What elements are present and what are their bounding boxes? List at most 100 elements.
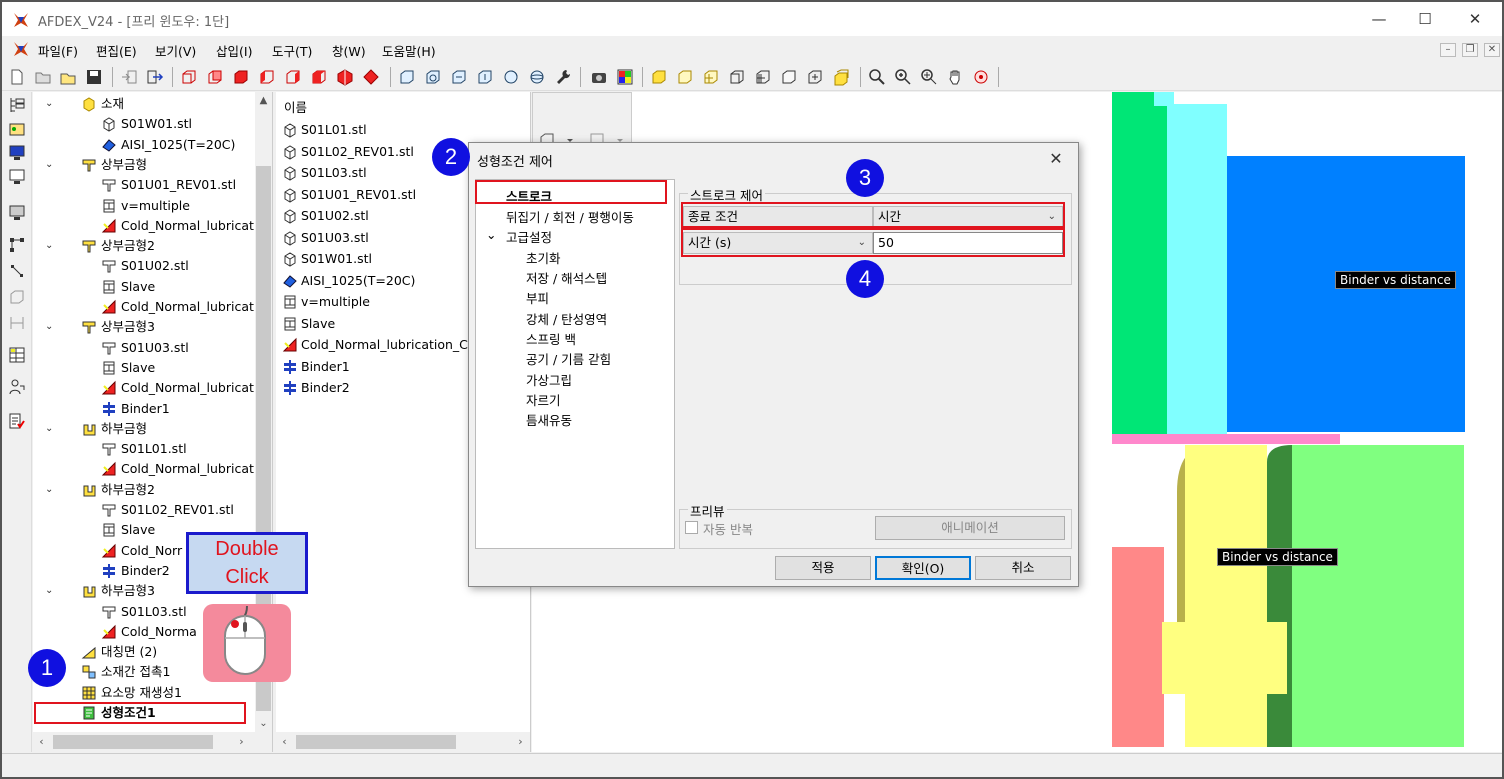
node-select-icon[interactable]	[8, 236, 26, 254]
scroll-down-icon[interactable]: ⌄	[255, 715, 272, 732]
tree-item[interactable]: Slave	[33, 358, 253, 378]
display-solid-icon[interactable]	[650, 68, 668, 86]
tree-item[interactable]: ⌄ 하부금형2	[33, 480, 253, 500]
tree-item[interactable]: v=multiple	[33, 196, 253, 216]
nav-volume[interactable]: 부피	[526, 288, 549, 307]
apply-button[interactable]: 적용	[775, 556, 871, 580]
view-cube-left-icon[interactable]	[258, 68, 276, 86]
tree-item[interactable]: S01U03.stl	[33, 338, 253, 358]
scroll-left-icon[interactable]: ‹	[33, 732, 50, 752]
display-mesh-icon[interactable]	[702, 68, 720, 86]
view-cube-right-icon[interactable]	[284, 68, 302, 86]
tree-item[interactable]: 요소망 재생성1	[33, 683, 253, 703]
maximize-button[interactable]: ☐	[1402, 6, 1448, 32]
tree-item[interactable]: Cold_Normal_lubricat	[33, 216, 254, 236]
tree-item[interactable]: Slave	[33, 277, 253, 297]
mdi-restore-button[interactable]: ❐	[1462, 43, 1478, 57]
wrench-icon[interactable]	[554, 68, 572, 86]
scrollbar-thumb[interactable]	[53, 735, 213, 749]
nav-flip-rotate-translate[interactable]: 뒤집기 / 회전 / 평행이동	[506, 207, 634, 226]
tree-item[interactable]: S01U01_REV01.stl	[33, 175, 253, 195]
tree-item[interactable]: Cold_Normal_lubricat	[33, 297, 254, 317]
scroll-left-icon[interactable]: ‹	[276, 732, 293, 752]
scroll-right-icon[interactable]: ›	[512, 732, 529, 752]
tree-item[interactable]: S01U02.stl	[33, 256, 253, 276]
rotate-z-icon[interactable]	[450, 68, 468, 86]
rotate-view-icon[interactable]	[972, 68, 990, 86]
tree-item[interactable]: S01W01.stl	[33, 114, 253, 134]
element-select-icon[interactable]	[8, 262, 26, 280]
display-wireframe-icon[interactable]	[728, 68, 746, 86]
cancel-button[interactable]: 취소	[975, 556, 1071, 580]
view-cube-top-icon[interactable]	[310, 68, 328, 86]
animation-button[interactable]: 애니메이션	[875, 516, 1065, 540]
nav-trim[interactable]: 자르기	[526, 390, 561, 409]
menu-tools[interactable]: 도구(T)	[272, 41, 312, 60]
menu-edit[interactable]: 편집(E)	[96, 41, 137, 60]
rotate-axis-icon[interactable]	[476, 68, 494, 86]
rotate-free-icon[interactable]	[502, 68, 520, 86]
view-cube-back-icon[interactable]	[206, 68, 224, 86]
view-cube-solid-icon[interactable]	[232, 68, 250, 86]
menu-view[interactable]: 보기(V)	[155, 41, 196, 60]
tree-view-icon[interactable]	[8, 96, 26, 114]
nav-initialize[interactable]: 초기화	[526, 248, 561, 267]
chevron-down-icon[interactable]: ⌄	[45, 155, 57, 175]
list-column-header[interactable]: 이름	[284, 97, 307, 116]
close-button[interactable]: ✕	[1452, 6, 1498, 32]
view-cube-front-icon[interactable]	[180, 68, 198, 86]
export-icon[interactable]	[146, 68, 164, 86]
view-cube-bottom-icon[interactable]	[362, 68, 380, 86]
open-icon[interactable]	[59, 68, 77, 86]
tree-item[interactable]: ⌄ 상부금형3	[33, 317, 253, 337]
pan-hand-icon[interactable]	[946, 68, 964, 86]
tree-item[interactable]: Cold_Normal_lubricat	[33, 459, 254, 479]
nav-advanced-chevron[interactable]: ⌄	[486, 227, 496, 242]
menu-help[interactable]: 도움말(H)	[382, 41, 436, 60]
list-horizontal-scrollbar[interactable]: ‹ ›	[276, 732, 530, 752]
nav-air-oil-trap[interactable]: 공기 / 기름 갇힘	[526, 349, 611, 368]
chevron-down-icon[interactable]: ⌄	[45, 94, 57, 114]
display-settings-icon[interactable]	[8, 168, 26, 186]
tree-item[interactable]: Cold_Normal_lubricat	[33, 378, 254, 398]
checklist-icon[interactable]	[8, 412, 26, 430]
chevron-down-icon[interactable]: ⌄	[45, 480, 57, 500]
color-grid-icon[interactable]	[616, 68, 634, 86]
rotate-x-icon[interactable]	[398, 68, 416, 86]
open-folder-icon[interactable]	[34, 68, 52, 86]
tree-item[interactable]: ⌄ 상부금형2	[33, 236, 253, 256]
tree-item[interactable]: ⌄ 소재	[33, 94, 253, 114]
chevron-down-icon[interactable]: ⌄	[45, 236, 57, 256]
tree-item[interactable]: AISI_1025(T=20C)	[33, 135, 253, 155]
mdi-minimize-button[interactable]: –	[1440, 43, 1456, 57]
new-file-icon[interactable]	[8, 68, 26, 86]
rotate-y-icon[interactable]	[424, 68, 442, 86]
display-grid-icon[interactable]	[754, 68, 772, 86]
tree-item[interactable]: S01L01.stl	[33, 439, 253, 459]
screen-capture-icon[interactable]	[8, 204, 26, 222]
display-layers-icon[interactable]	[832, 68, 850, 86]
tree-item[interactable]: ⌄ 상부금형	[33, 155, 253, 175]
menu-insert[interactable]: 삽입(I)	[216, 41, 252, 60]
import-icon[interactable]	[120, 68, 138, 86]
measure-icon[interactable]	[8, 314, 26, 332]
nav-save-step[interactable]: 저장 / 해석스텝	[526, 268, 607, 287]
nav-springback[interactable]: 스프링 백	[526, 329, 576, 348]
tree-item[interactable]: Binder1	[33, 399, 253, 419]
dialog-close-button[interactable]: ✕	[1044, 147, 1068, 171]
scroll-right-icon[interactable]: ›	[233, 732, 250, 752]
view-cube-iso-icon[interactable]	[336, 68, 354, 86]
chevron-down-icon[interactable]: ⌄	[45, 317, 57, 337]
box-select-icon[interactable]	[8, 288, 26, 306]
display-outline-icon[interactable]	[676, 68, 694, 86]
auto-repeat-checkbox[interactable]	[685, 521, 698, 534]
material-library-icon[interactable]	[8, 120, 26, 138]
ok-button[interactable]: 확인(O)	[875, 556, 971, 580]
nav-advanced[interactable]: 고급설정	[506, 227, 552, 246]
chevron-down-icon[interactable]: ⌄	[45, 581, 57, 601]
tree-item[interactable]: ⌄ 하부금형	[33, 419, 253, 439]
display-hidden-icon[interactable]	[780, 68, 798, 86]
tree-horizontal-scrollbar[interactable]: ‹ ›	[33, 732, 272, 752]
menu-window[interactable]: 창(W)	[332, 41, 366, 60]
minimize-button[interactable]: —	[1356, 6, 1402, 32]
